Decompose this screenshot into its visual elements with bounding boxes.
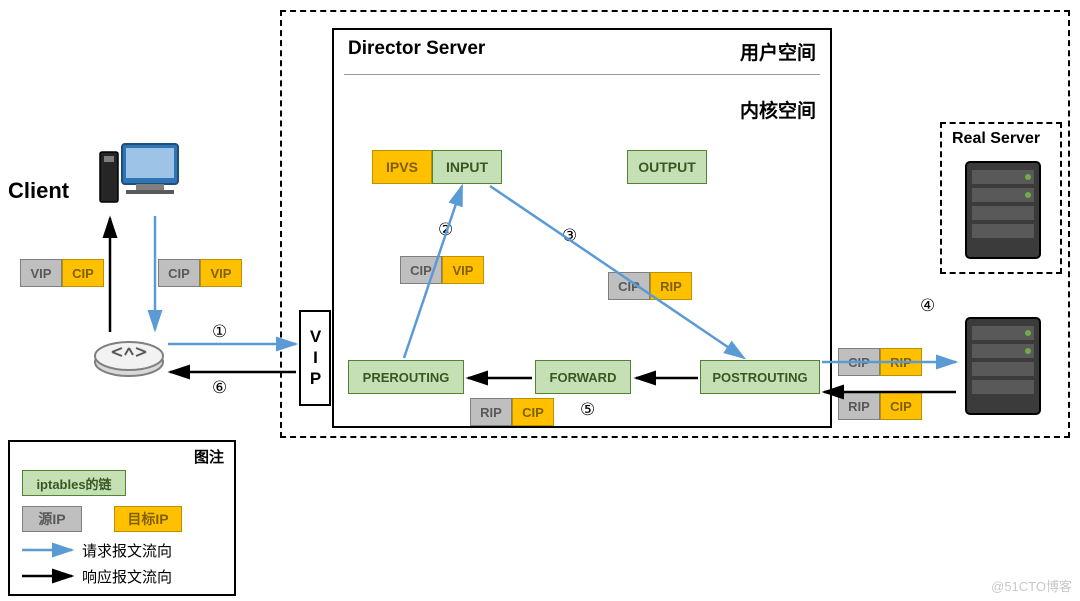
legend-iptables-chain: iptables的链 — [22, 470, 126, 496]
pkt-clientin-src: VIP — [20, 259, 62, 287]
director-title: Director Server — [348, 38, 485, 60]
forward-label: FORWARD — [550, 370, 617, 385]
step-4: ④ — [920, 296, 935, 316]
legend-src-ip: 源IP — [22, 506, 82, 532]
server-icon-bottom — [960, 314, 1046, 420]
output-label: OUTPUT — [638, 159, 696, 175]
pkt-step5-src: RIP — [470, 398, 512, 426]
ipvs-label: IPVS — [386, 159, 418, 175]
prerouting-chain: PREROUTING — [348, 360, 464, 394]
legend-title: 图注 — [194, 446, 224, 467]
vip-vertical-text: VIP — [305, 327, 325, 390]
output-chain: OUTPUT — [627, 150, 707, 184]
vip-label-box: VIP — [299, 310, 331, 406]
pkt-clientout-dst: VIP — [200, 259, 242, 287]
pkt-rsback-dst: CIP — [880, 392, 922, 420]
kernel-space-label: 内核空间 — [740, 96, 816, 123]
ipvs-chain: IPVS — [372, 150, 432, 184]
pkt-step4-dst: RIP — [880, 348, 922, 376]
pkt-clientout-src: CIP — [158, 259, 200, 287]
step-2: ② — [438, 220, 453, 240]
step-1: ① — [212, 322, 227, 342]
input-chain: INPUT — [432, 150, 502, 184]
user-space-label: 用户空间 — [740, 38, 816, 65]
step-3: ③ — [562, 226, 577, 246]
step-5: ⑤ — [580, 400, 595, 420]
postrouting-label: POSTROUTING — [712, 370, 807, 385]
user-kernel-divider — [344, 74, 820, 75]
pkt-step4-src: CIP — [838, 348, 880, 376]
pkt-step3-src: CIP — [608, 272, 650, 300]
server-icon-top — [960, 158, 1046, 264]
pkt-step2-dst: VIP — [442, 256, 484, 284]
legend-req-flow: 请求报文流向 — [82, 540, 172, 561]
pkt-rsback-src: RIP — [838, 392, 880, 420]
legend-resp-flow: 响应报文流向 — [82, 566, 172, 587]
client-pc-icon — [96, 138, 186, 214]
client-label: Client — [8, 178, 69, 204]
prerouting-label: PREROUTING — [363, 370, 450, 385]
step-6: ⑥ — [212, 378, 227, 398]
postrouting-chain: POSTROUTING — [700, 360, 820, 394]
input-label: INPUT — [446, 159, 488, 175]
legend-dst-ip: 目标IP — [114, 506, 182, 532]
watermark: @51CTO博客 — [991, 576, 1072, 595]
pkt-clientin-dst: CIP — [62, 259, 104, 287]
forward-chain: FORWARD — [535, 360, 631, 394]
pkt-step5-dst: CIP — [512, 398, 554, 426]
pkt-step2-src: CIP — [400, 256, 442, 284]
legend-box: 图注 iptables的链 源IP 目标IP 请求报文流向 响应报文流向 — [8, 440, 236, 596]
pkt-step3-dst: RIP — [650, 272, 692, 300]
router-icon — [92, 332, 166, 380]
